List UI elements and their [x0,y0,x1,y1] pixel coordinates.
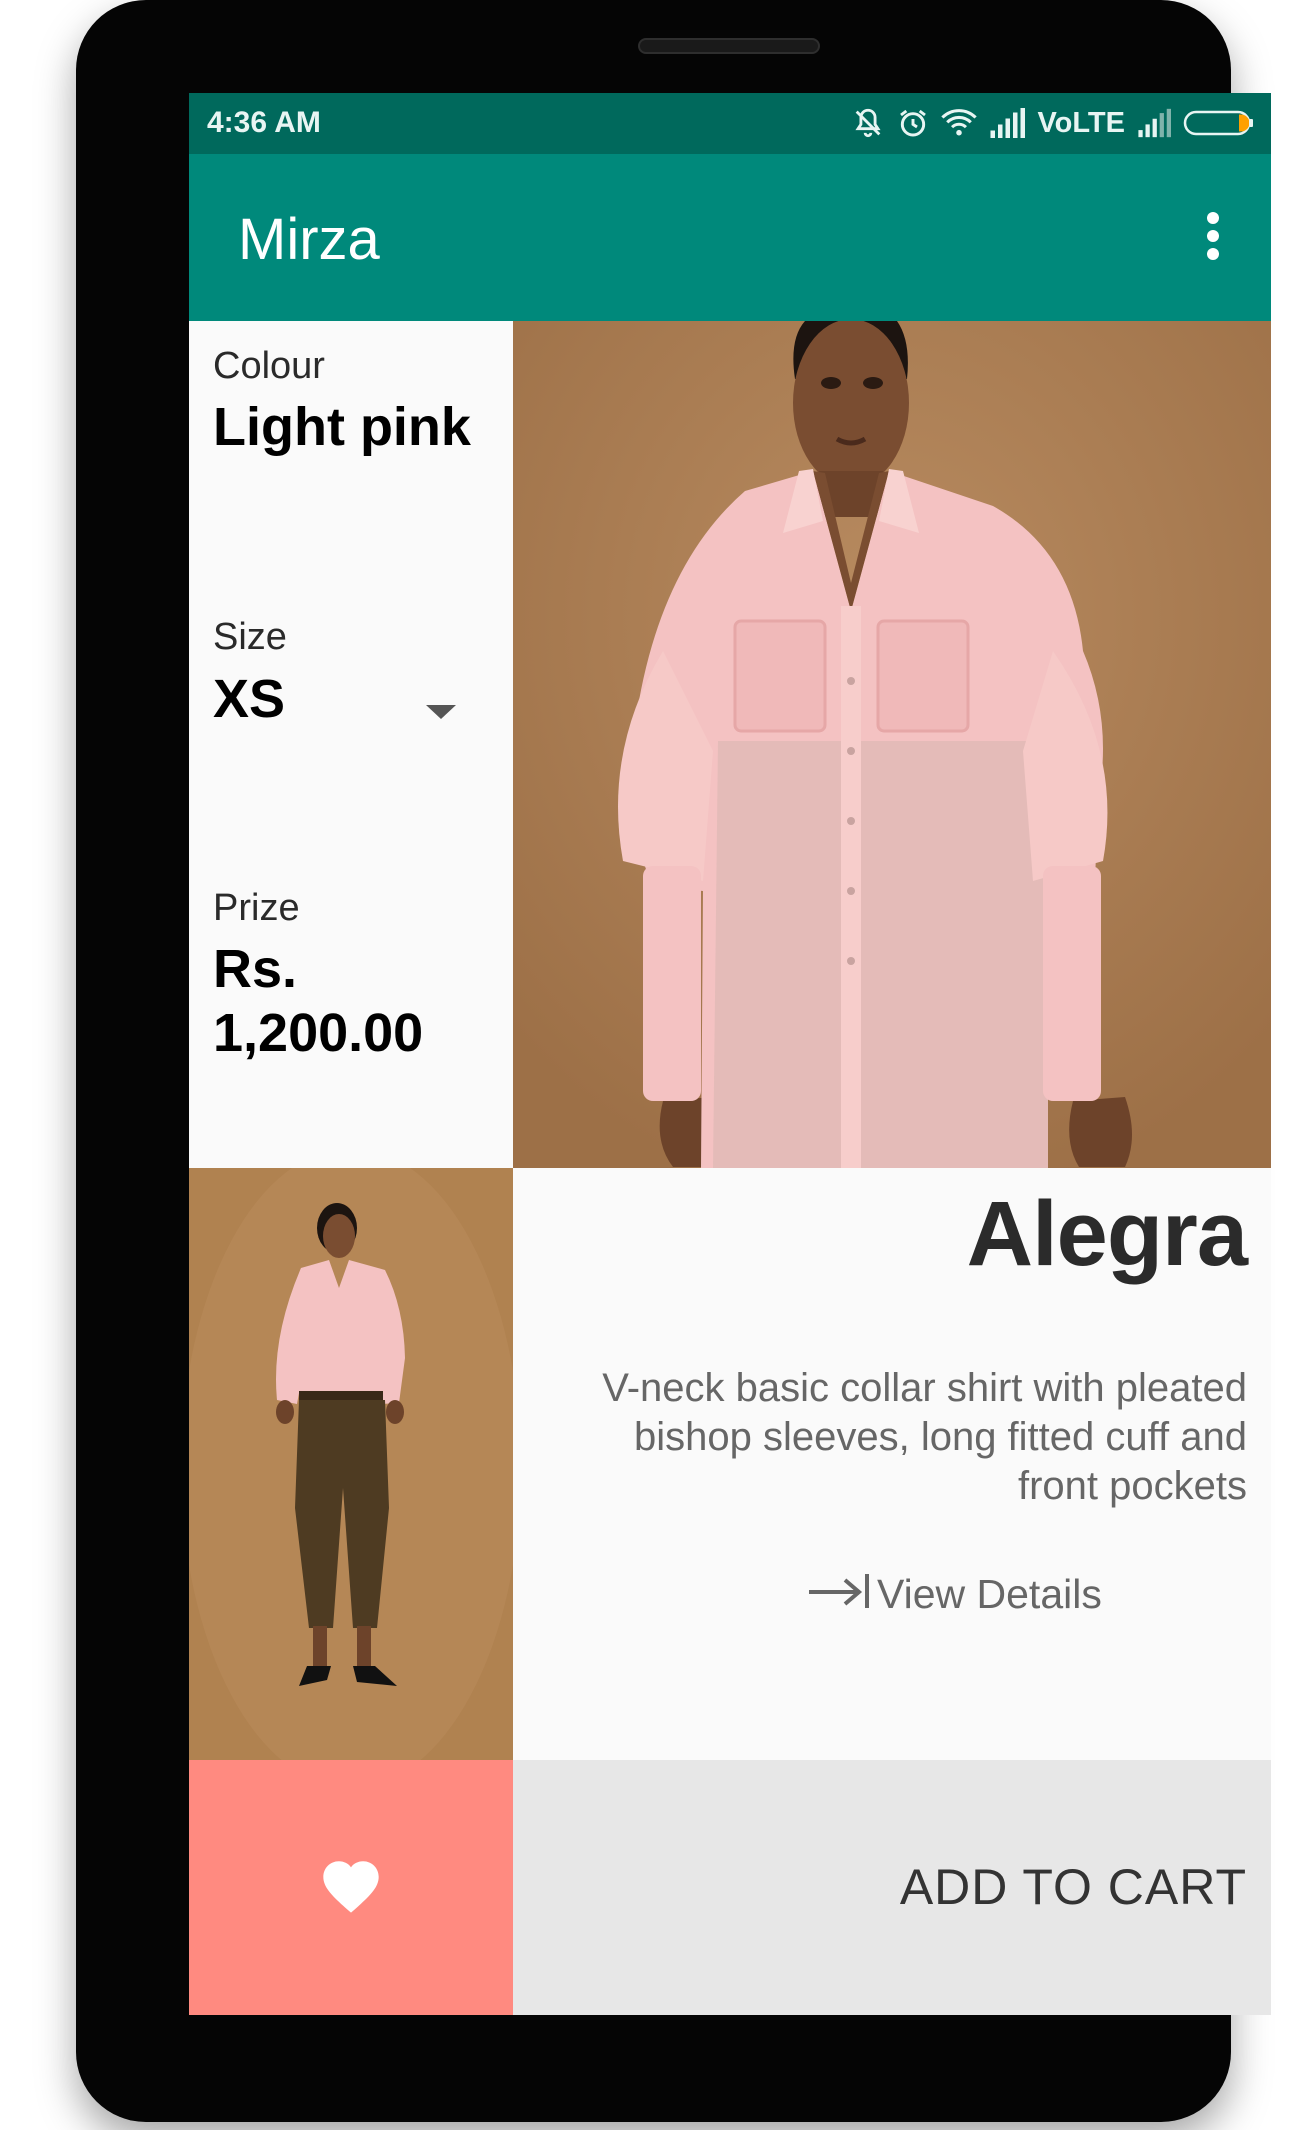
add-to-cart-button[interactable]: ADD TO CART [513,1760,1271,2015]
arrow-right-to-line-icon [805,1568,873,1620]
alarm-icon [897,107,929,139]
colour-value: Light pink [213,397,471,457]
price-currency: Rs. [213,939,298,999]
signal-2-icon [1137,108,1171,138]
colour-label: Colour [213,345,325,387]
price-amount: 1,200.00 [213,1003,424,1063]
more-vert-icon[interactable] [1193,206,1233,266]
size-label: Size [213,616,287,658]
network-label: VoLTE [1037,106,1125,139]
status-bar: 4:36 AM VoLTE [189,93,1271,154]
phone-frame: 4:36 AM VoLTE Mirza Colour Light pink Si… [76,0,1271,2122]
size-value: XS [213,669,286,729]
price-label: Prize [213,887,300,929]
app-title: Mirza [238,207,380,272]
product-detail-panel: Alegra V-neck basic collar shirt with pl… [513,1168,1271,1760]
product-name: Alegra [966,1183,1248,1285]
app-bar: Mirza [189,154,1271,321]
product-main-image[interactable] [513,321,1271,1168]
view-details-label: View Details [877,1570,1102,1617]
chevron-down-icon[interactable] [426,705,456,719]
app-screen: 4:36 AM VoLTE Mirza Colour Light pink Si… [189,93,1271,2015]
favorite-button[interactable] [189,1760,513,2015]
product-attributes: Colour Light pink Size XS Prize Rs. 1,20… [189,321,513,1168]
status-icons: VoLTE [851,103,1255,143]
product-description: V-neck basic collar shirt with pleated b… [602,1366,1247,1508]
status-time: 4:36 AM [207,106,321,139]
signal-icon [989,108,1026,138]
phone-speaker [638,38,820,54]
view-details-link[interactable]: View Details [805,1568,1102,1620]
battery-icon [1183,108,1255,138]
product-thumbnail-image[interactable] [189,1168,513,1760]
heart-icon [319,1856,383,1919]
wifi-icon [941,107,978,139]
mute-vibrate-icon [851,106,885,140]
add-to-cart-label: ADD TO CART [899,1859,1247,1915]
